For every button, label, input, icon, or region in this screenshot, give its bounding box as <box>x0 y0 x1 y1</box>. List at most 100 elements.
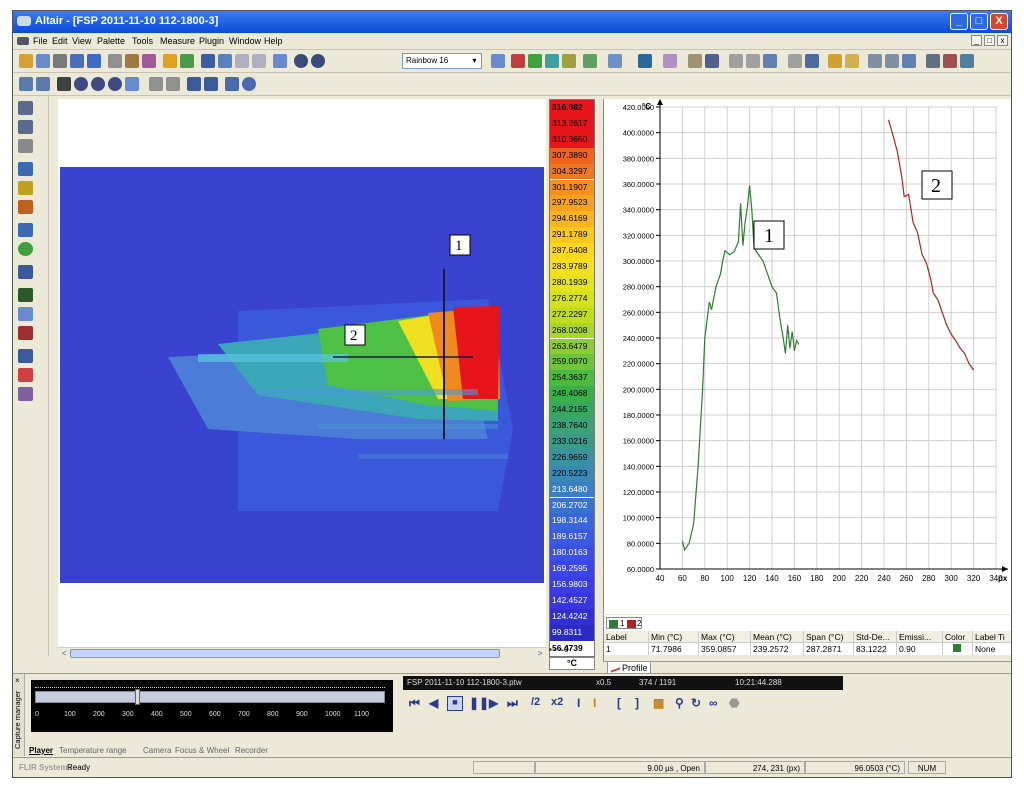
table-row[interactable]: 1 71.7986 359.0857 239.2572 287.2871 83.… <box>604 643 1011 655</box>
tab-camera[interactable]: Camera <box>143 745 171 756</box>
tab-focus-wheel[interactable]: Focus & Wheel <box>175 745 229 756</box>
menu-window[interactable]: Window <box>229 36 261 46</box>
last-frame-icon[interactable]: ⏭ <box>507 696 518 711</box>
zoom-region-icon[interactable] <box>18 120 33 134</box>
col-stddev[interactable]: Std-De... <box>854 631 897 643</box>
rectangle-tool-icon[interactable] <box>18 223 33 237</box>
col-label-type[interactable]: Label Ti <box>973 631 1011 643</box>
export-icon[interactable] <box>70 54 84 68</box>
scroll-left-icon[interactable]: < <box>58 648 70 659</box>
record-icon[interactable] <box>242 77 256 91</box>
close-button[interactable]: X <box>990 13 1008 30</box>
histogram-icon[interactable] <box>491 54 505 68</box>
back-icon[interactable] <box>36 77 50 91</box>
report-icon[interactable] <box>805 54 819 68</box>
menu-plugin[interactable]: Plugin <box>199 36 224 46</box>
menu-edit[interactable]: Edit <box>52 36 68 46</box>
tool-c-icon[interactable] <box>902 54 916 68</box>
timeline-track[interactable] <box>35 691 385 703</box>
open-icon[interactable] <box>19 54 33 68</box>
isotherm-icon[interactable] <box>583 54 597 68</box>
add-view-icon[interactable] <box>638 54 652 68</box>
globe-icon[interactable] <box>294 54 308 68</box>
chart-tool-icon[interactable] <box>18 307 33 321</box>
ellipse-tool-icon[interactable] <box>18 242 33 256</box>
zoom-icon[interactable] <box>18 101 33 115</box>
search-icon[interactable]: ⚲ <box>675 696 684 710</box>
tab-temperature-range[interactable]: Temperature range <box>59 745 127 756</box>
mirror-icon[interactable] <box>187 77 201 91</box>
menu-file[interactable]: File <box>33 36 48 46</box>
image-icon[interactable] <box>225 77 239 91</box>
image-horizontal-scrollbar[interactable]: < > <box>58 647 546 659</box>
layout-icon[interactable] <box>608 54 622 68</box>
triangle-icon[interactable] <box>19 77 33 91</box>
redo-icon[interactable] <box>252 54 266 68</box>
col-min[interactable]: Min (°C) <box>649 631 699 643</box>
tool-b-icon[interactable] <box>885 54 899 68</box>
col-color[interactable]: Color <box>943 631 973 643</box>
line-tool-icon[interactable] <box>18 200 33 214</box>
color-scale-controls[interactable]: ▪ ▪ ▪ 0 <box>549 645 595 656</box>
camera-icon[interactable] <box>218 54 232 68</box>
frame-icon[interactable] <box>166 77 180 91</box>
profile-tool-icon[interactable] <box>18 288 33 302</box>
tool-a-icon[interactable] <box>868 54 882 68</box>
scale-manual-icon[interactable] <box>545 54 559 68</box>
sphere2-icon[interactable] <box>91 77 105 91</box>
bracket-open-icon[interactable]: [ <box>617 696 621 710</box>
tool-e-icon[interactable] <box>943 54 957 68</box>
delete-tool-icon[interactable] <box>18 326 33 340</box>
grid-icon[interactable] <box>729 54 743 68</box>
pixels-icon[interactable] <box>125 77 139 91</box>
thermal-image-view[interactable]: 1 2 <box>58 99 546 659</box>
step-back-icon[interactable]: ◀ <box>429 696 438 710</box>
target-icon[interactable] <box>108 77 122 91</box>
col-label[interactable]: Label <box>604 631 649 643</box>
link-icon[interactable]: ∞ <box>709 696 718 710</box>
mark-lock-icon[interactable]: I <box>593 696 596 710</box>
mark-in-icon[interactable]: I <box>577 696 580 710</box>
scroll-thumb[interactable] <box>70 649 500 658</box>
tool-d-icon[interactable] <box>926 54 940 68</box>
display-icon[interactable] <box>201 54 215 68</box>
tab-recorder[interactable]: Recorder <box>235 745 268 756</box>
mdi-restore-button[interactable]: □ <box>984 35 995 46</box>
sum-tool-icon[interactable] <box>18 349 33 363</box>
database-icon[interactable] <box>705 54 719 68</box>
help-icon[interactable] <box>273 54 287 68</box>
palette-select[interactable]: Rainbow 16 ▾ <box>402 53 482 69</box>
scale-auto-icon[interactable] <box>528 54 542 68</box>
ruler-icon[interactable] <box>828 54 842 68</box>
tab-player[interactable]: Player <box>29 745 53 756</box>
menu-help[interactable]: Help <box>264 36 283 46</box>
close-dock-icon[interactable]: × <box>15 676 20 685</box>
duplicate-icon[interactable] <box>163 54 177 68</box>
pause-icon[interactable]: ❚❚ <box>469 696 489 710</box>
double-speed-button[interactable]: x2 <box>551 696 563 708</box>
first-frame-icon[interactable]: ⏮ <box>409 696 420 711</box>
scale-lock-icon[interactable] <box>562 54 576 68</box>
palette-icon[interactable] <box>311 54 325 68</box>
bracket-close-icon[interactable]: ] <box>635 696 639 710</box>
chart-icon[interactable] <box>763 54 777 68</box>
minimize-button[interactable]: _ <box>950 13 968 30</box>
settings-icon[interactable]: ⬣ <box>729 696 739 710</box>
copy-icon[interactable] <box>125 54 139 68</box>
palette-tool-icon[interactable] <box>18 387 33 401</box>
spot-tool-icon[interactable] <box>18 181 33 195</box>
maximize-button[interactable]: □ <box>970 13 988 30</box>
sigma-tool-icon[interactable] <box>18 368 33 382</box>
scale-icon[interactable] <box>511 54 525 68</box>
crop-tool-icon[interactable] <box>18 162 33 176</box>
calc-icon[interactable] <box>688 54 702 68</box>
clip-icon[interactable]: ▦ <box>653 696 664 710</box>
matrix-icon[interactable] <box>57 77 71 91</box>
col-emissivity[interactable]: Emissi... <box>897 631 943 643</box>
histogram-tool-icon[interactable] <box>18 265 33 279</box>
stop-icon[interactable]: ■ <box>447 696 463 711</box>
sphere-icon[interactable] <box>74 77 88 91</box>
save-icon[interactable] <box>36 54 50 68</box>
zoom-menu-icon[interactable] <box>18 139 33 153</box>
window-icon[interactable] <box>180 54 194 68</box>
